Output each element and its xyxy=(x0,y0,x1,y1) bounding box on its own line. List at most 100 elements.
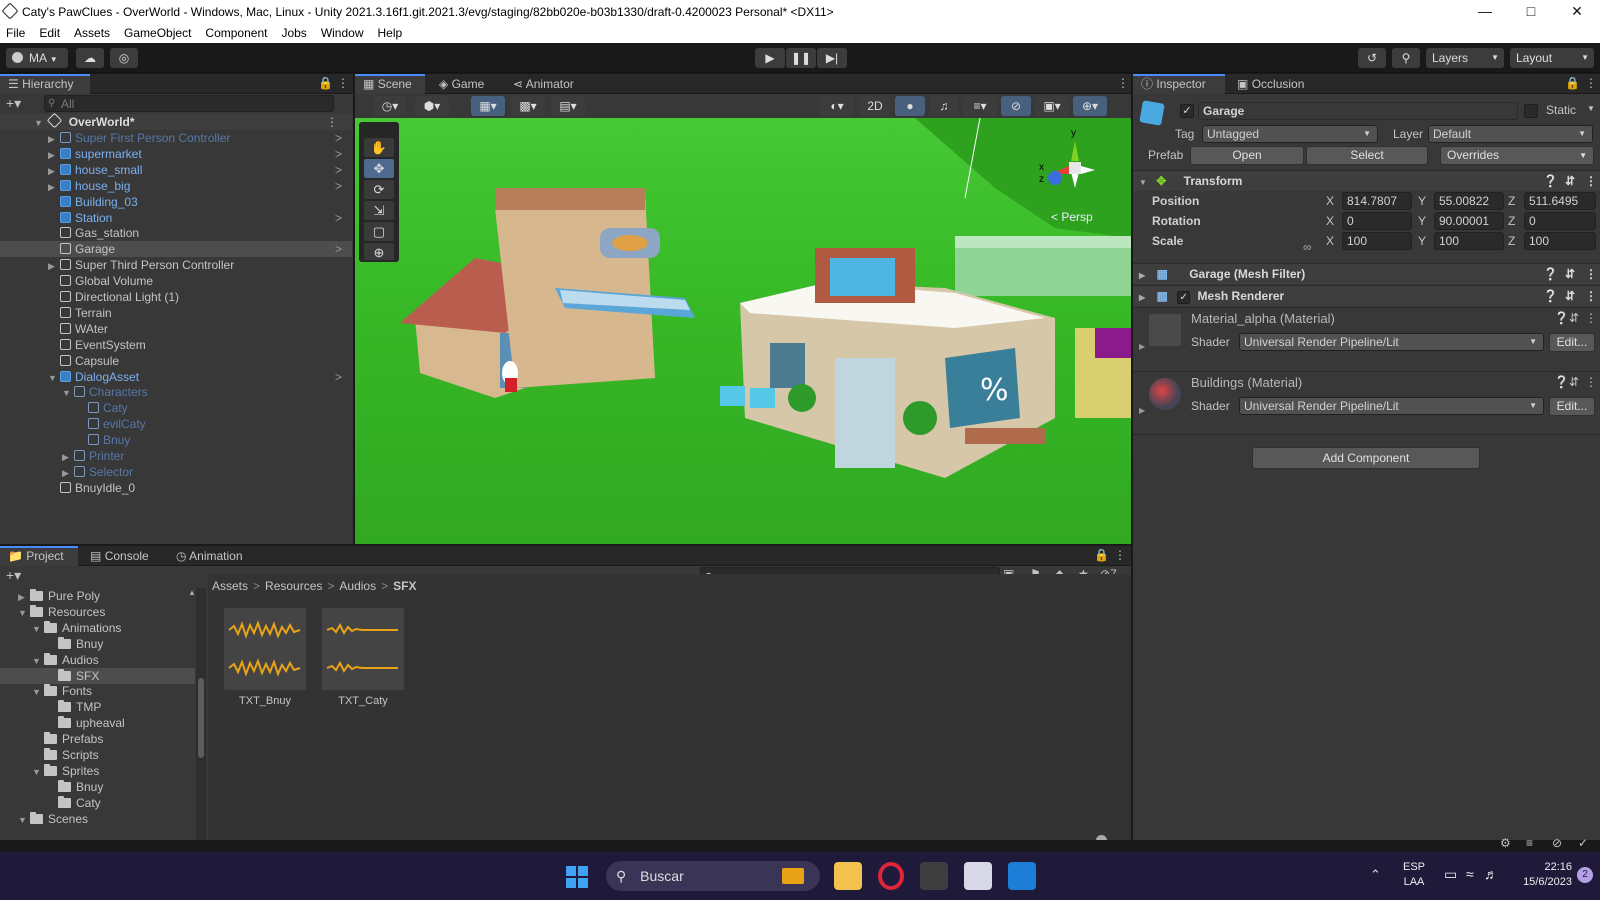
asset-tile[interactable]: TXT_Bnuy xyxy=(224,608,306,710)
file-explorer-icon[interactable] xyxy=(834,862,862,890)
layers-dropdown[interactable]: Layers ▼ xyxy=(1426,48,1504,68)
expand-arrow-icon[interactable]: ▼ xyxy=(32,684,44,700)
folder-tree-item[interactable]: SFX xyxy=(0,667,195,684)
hierarchy-item[interactable]: evilCaty xyxy=(0,416,352,432)
unity-editor-icon[interactable] xyxy=(964,862,992,890)
transform-scale-y-input[interactable]: 100 xyxy=(1434,232,1504,250)
tab-occlusion[interactable]: ▣ Occlusion xyxy=(1229,74,1312,94)
renderer-enabled-checkbox[interactable]: ✓ xyxy=(1177,291,1191,304)
hierarchy-item[interactable]: ▶ Super Third Person Controller xyxy=(0,257,352,273)
constrain-proportions-icon[interactable]: ∞ xyxy=(1303,240,1312,254)
expand-arrow-icon[interactable]: ▼ xyxy=(18,605,30,621)
transform-header[interactable]: ▼ ✥ Transform ❔ ⇵ ⋮ xyxy=(1133,170,1600,191)
collapse-arrow-icon[interactable]: ▶ xyxy=(48,179,60,195)
add-icon[interactable]: +▾ xyxy=(6,95,21,112)
hierarchy-item[interactable]: Terrain xyxy=(0,305,352,321)
lock-icon[interactable]: 🔒 xyxy=(1094,548,1109,562)
help-icon[interactable]: ❔ xyxy=(1554,311,1569,325)
step-button[interactable]: ▶| xyxy=(817,48,847,68)
chevron-right-icon[interactable]: > xyxy=(335,210,342,226)
help-icon[interactable]: ❔ xyxy=(1543,264,1558,284)
active-checkbox[interactable]: ✓ xyxy=(1180,104,1194,118)
unity-hub-icon[interactable] xyxy=(920,862,948,890)
folder-tree-item[interactable]: ▼ Sprites xyxy=(0,763,195,779)
presets-icon[interactable]: ⇵ xyxy=(1565,264,1575,284)
volume-icon[interactable]: ♬ xyxy=(1484,866,1498,882)
more-icon[interactable]: ⋮ xyxy=(1585,76,1597,90)
account-button[interactable]: MA ▼ xyxy=(6,48,68,68)
hierarchy-item[interactable]: EventSystem xyxy=(0,337,352,353)
scene-viewport[interactable]: % ✋ ✥ ⟳ ⇲ ▢ ⊕ y x z < Persp xyxy=(355,118,1131,544)
maximize-button[interactable]: □ xyxy=(1508,0,1554,23)
transform-rotation-x-input[interactable]: 0 xyxy=(1342,212,1412,230)
hierarchy-item[interactable]: Gas_station xyxy=(0,225,352,241)
history-button[interactable]: ↺ xyxy=(1358,48,1386,68)
search-button[interactable]: ⚲ xyxy=(1392,48,1420,68)
hierarchy-item[interactable]: ▶ supermarket > xyxy=(0,146,352,162)
layer-dropdown[interactable]: Default ▼ xyxy=(1428,125,1593,143)
tab-game[interactable]: ◈ Game xyxy=(431,74,492,94)
tab-project[interactable]: 📁 Project xyxy=(0,546,78,566)
check-icon[interactable]: ✓ xyxy=(1578,836,1588,850)
expand-arrow-icon[interactable]: ▼ xyxy=(32,653,44,669)
rect-tool-button[interactable]: ▢ xyxy=(364,222,394,241)
transform-scale-z-input[interactable]: 100 xyxy=(1524,232,1596,250)
hierarchy-item[interactable]: ▼ DialogAsset > xyxy=(0,369,352,385)
object-name-input[interactable]: Garage xyxy=(1198,102,1518,120)
more-icon[interactable]: ⋮ xyxy=(1114,548,1126,562)
collapse-arrow-icon[interactable]: ▶ xyxy=(62,449,74,465)
presets-icon[interactable]: ⇵ xyxy=(1569,375,1579,389)
hierarchy-item[interactable]: ▶ house_small > xyxy=(0,162,352,178)
presets-icon[interactable]: ⇵ xyxy=(1565,171,1575,191)
transform-tool-button[interactable]: ⊕ xyxy=(364,243,394,260)
lock-icon[interactable]: 🔒 xyxy=(318,76,333,90)
transform-position-y-input[interactable]: 55.00822 xyxy=(1434,192,1504,210)
chevron-right-icon[interactable]: > xyxy=(335,241,342,257)
hierarchy-item[interactable]: ▶ Selector xyxy=(0,464,352,480)
menu-jobs[interactable]: Jobs xyxy=(281,26,306,40)
toggle-2d-button[interactable]: 2D xyxy=(860,96,890,116)
chevron-up-icon[interactable]: ⌃ xyxy=(1370,867,1381,883)
collapse-arrow-icon[interactable]: ▶ xyxy=(48,163,60,179)
breadcrumb-resources[interactable]: Resources xyxy=(265,579,322,593)
shader-dropdown[interactable]: Universal Render Pipeline/Lit ▼ xyxy=(1239,333,1544,351)
tag-dropdown[interactable]: Untagged ▼ xyxy=(1202,125,1378,143)
folder-tree-item[interactable]: ▼ Resources xyxy=(0,604,195,620)
folder-tree-item[interactable]: upheaval xyxy=(0,715,195,731)
expand-arrow-icon[interactable]: ▼ xyxy=(48,370,60,386)
hierarchy-item[interactable]: ▶ Printer xyxy=(0,448,352,464)
help-icon[interactable]: ❔ xyxy=(1543,171,1558,191)
chevron-right-icon[interactable]: > xyxy=(335,130,342,146)
hierarchy-item[interactable]: ▶ Super First Person Controller > xyxy=(0,130,352,146)
presets-icon[interactable]: ⇵ xyxy=(1565,286,1575,306)
add-component-button[interactable]: Add Component xyxy=(1252,447,1480,469)
grid-snap-button[interactable]: ▦▾ xyxy=(471,96,505,116)
wifi-icon[interactable]: ≈ xyxy=(1466,866,1474,882)
breadcrumb-sfx[interactable]: SFX xyxy=(393,579,416,593)
chevron-down-icon[interactable]: ▼ xyxy=(1587,104,1595,113)
scroll-up-icon[interactable]: ▲ xyxy=(188,588,196,597)
more-icon[interactable]: ⋮ xyxy=(1585,375,1597,389)
transform-position-x-input[interactable]: 814.7807 xyxy=(1342,192,1412,210)
gizmos-button[interactable]: ⊕▾ xyxy=(1073,96,1107,116)
camera-button[interactable]: ▣▾ xyxy=(1035,96,1069,116)
collapse-arrow-icon[interactable]: ▶ xyxy=(48,147,60,163)
hierarchy-item[interactable]: Global Volume xyxy=(0,273,352,289)
menu-window[interactable]: Window xyxy=(321,26,364,40)
expand-arrow-icon[interactable]: ▶ xyxy=(18,589,30,605)
minimize-button[interactable]: — xyxy=(1462,0,1508,23)
tab-console[interactable]: ▤ Console xyxy=(82,546,157,566)
hierarchy-item[interactable]: Garage > xyxy=(0,241,352,258)
chevron-right-icon[interactable]: ▶ xyxy=(1139,342,1145,351)
more-icon[interactable]: ⋮ xyxy=(1585,264,1597,284)
hierarchy-item[interactable]: Bnuy xyxy=(0,432,352,448)
menu-gameobject[interactable]: GameObject xyxy=(124,26,191,40)
presets-icon[interactable]: ⇵ xyxy=(1569,311,1579,325)
display-icon[interactable]: ▭ xyxy=(1444,866,1457,883)
chevron-right-icon[interactable]: > xyxy=(335,162,342,178)
scale-tool-button[interactable]: ⇲ xyxy=(364,201,394,220)
lighting-button[interactable]: ● xyxy=(895,96,925,116)
more-icon[interactable]: ⋮ xyxy=(337,76,349,90)
layout-dropdown[interactable]: Layout ▼ xyxy=(1510,48,1594,68)
menu-help[interactable]: Help xyxy=(378,26,403,40)
